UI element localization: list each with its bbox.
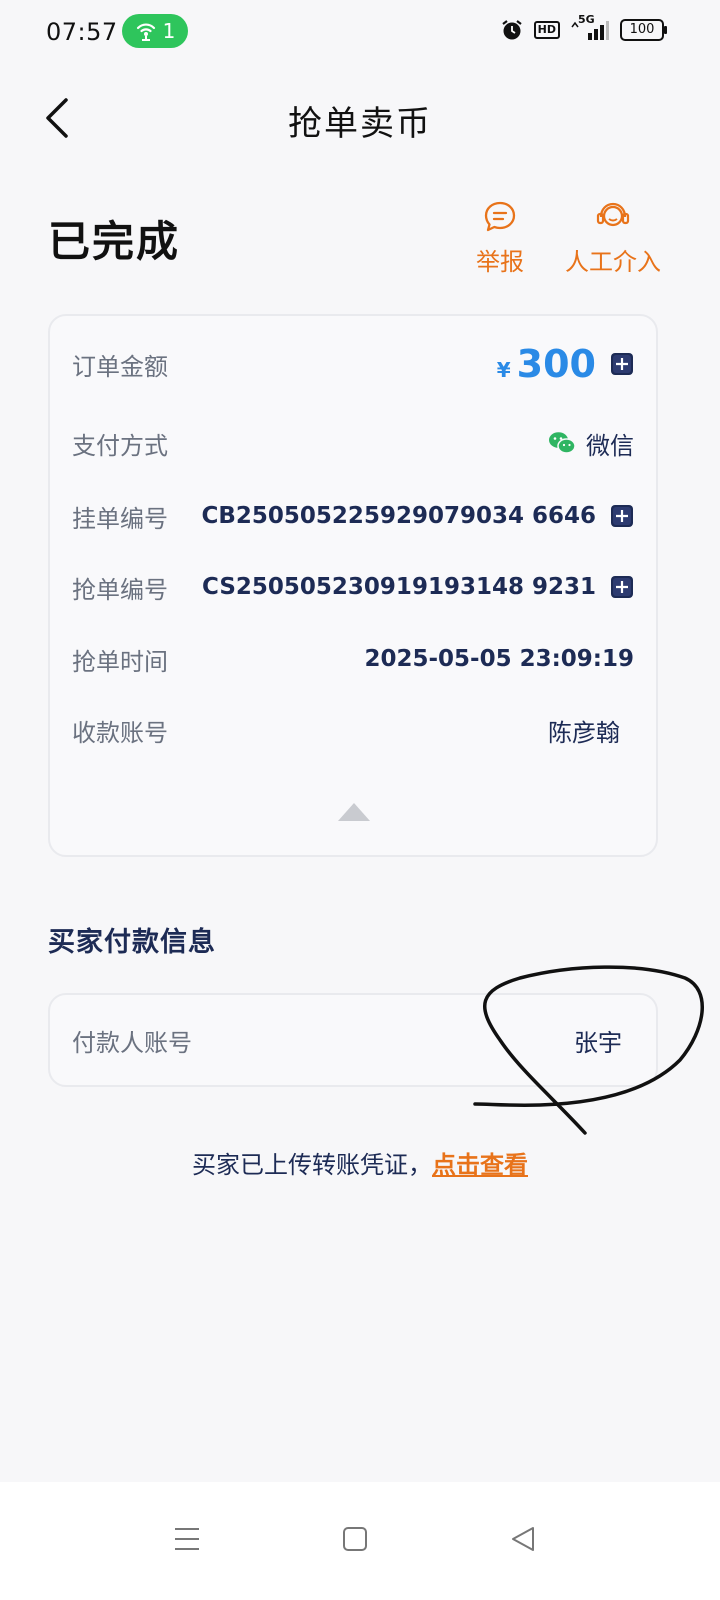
- battery-indicator: 100: [620, 19, 667, 41]
- manual-support-button[interactable]: 人工介入: [565, 200, 661, 277]
- payee-account-value: 陈彦翰: [548, 713, 620, 748]
- wechat-icon: [549, 432, 576, 454]
- payee-account-row: 收款账号 陈彦翰: [72, 710, 634, 750]
- grab-time-value: 2025-05-05 23:09:19: [364, 646, 634, 672]
- report-button[interactable]: 举报: [476, 200, 524, 277]
- payer-card: 付款人账号 张宇: [48, 993, 658, 1087]
- manual-support-label: 人工介入: [565, 248, 661, 276]
- amount-row: 订单金额 ¥ 300: [72, 342, 634, 386]
- copy-listing-number-icon[interactable]: [610, 504, 634, 528]
- hotspot-indicator[interactable]: 1: [122, 14, 188, 48]
- grab-time-text: 2025-05-05 23:09:19: [364, 646, 634, 672]
- copy-grab-number-icon[interactable]: [610, 575, 634, 599]
- hotspot-icon: [136, 23, 155, 41]
- payer-account-value: 张宇: [574, 1028, 622, 1057]
- payment-method-value: 微信: [548, 426, 634, 461]
- collapse-arrow-icon[interactable]: [336, 800, 372, 824]
- order-detail-card: 订单金额 ¥ 300 支付方式 微信 挂单编号 CB25050522592907…: [48, 314, 658, 857]
- payee-account-text: 陈彦翰: [548, 718, 620, 747]
- buyer-payment-section-title: 买家付款信息: [48, 927, 216, 958]
- status-bar: 07:57 1 HD 5G 100: [0, 0, 720, 66]
- amount-value: ¥ 300: [497, 342, 634, 386]
- hd-badge: HD: [533, 21, 560, 39]
- page-title: 抢单卖币: [288, 104, 432, 144]
- grab-number-label: 抢单编号: [72, 575, 168, 604]
- system-navigation-bar: [0, 1482, 720, 1600]
- payee-account-label: 收款账号: [72, 718, 168, 747]
- listing-number-text: CB250505225929079034 6646: [201, 503, 597, 529]
- header: 抢单卖币: [0, 80, 720, 160]
- back-triangle-icon[interactable]: [508, 1524, 538, 1554]
- voucher-text: 买家已上传转账凭证，: [192, 1151, 432, 1179]
- listing-number-row: 挂单编号 CB250505225929079034 6646: [72, 496, 634, 536]
- grab-number-value: CS250505230919193148 9231: [202, 574, 634, 600]
- payer-account-label: 付款人账号: [72, 1028, 192, 1057]
- voucher-notice: 买家已上传转账凭证，点击查看: [0, 1145, 720, 1180]
- listing-number-value: CB250505225929079034 6646: [202, 503, 635, 529]
- chat-bubble-icon: [484, 201, 516, 232]
- headset-icon: [596, 202, 630, 227]
- grab-time-label: 抢单时间: [72, 647, 168, 676]
- copy-amount-icon[interactable]: [610, 352, 634, 376]
- alarm-icon: [501, 20, 522, 40]
- hotspot-count: 1: [162, 19, 176, 43]
- report-label: 举报: [476, 248, 524, 276]
- payment-method-row: 支付方式 微信: [72, 423, 634, 463]
- status-icons: HD 5G 100: [500, 13, 667, 42]
- currency-symbol: ¥: [496, 358, 511, 382]
- view-voucher-link[interactable]: 点击查看: [432, 1151, 528, 1179]
- grab-number-row: 抢单编号 CS250505230919193148 9231: [72, 567, 634, 607]
- listing-number-label: 挂单编号: [72, 504, 168, 533]
- order-status: 已完成: [48, 217, 181, 266]
- payment-method-label: 支付方式: [72, 431, 168, 460]
- grab-number-text: CS250505230919193148 9231: [202, 574, 596, 600]
- menu-icon[interactable]: [172, 1524, 202, 1554]
- amount-number: 300: [516, 342, 596, 386]
- amount-label: 订单金额: [72, 352, 168, 381]
- signal-icon: 5G: [570, 13, 610, 41]
- home-square-icon[interactable]: [340, 1524, 370, 1554]
- status-time: 07:57: [46, 18, 118, 46]
- payer-account-row: 付款人账号 张宇: [72, 1020, 634, 1060]
- grab-time-row: 抢单时间 2025-05-05 23:09:19: [72, 639, 634, 679]
- payment-method-text: 微信: [586, 431, 634, 460]
